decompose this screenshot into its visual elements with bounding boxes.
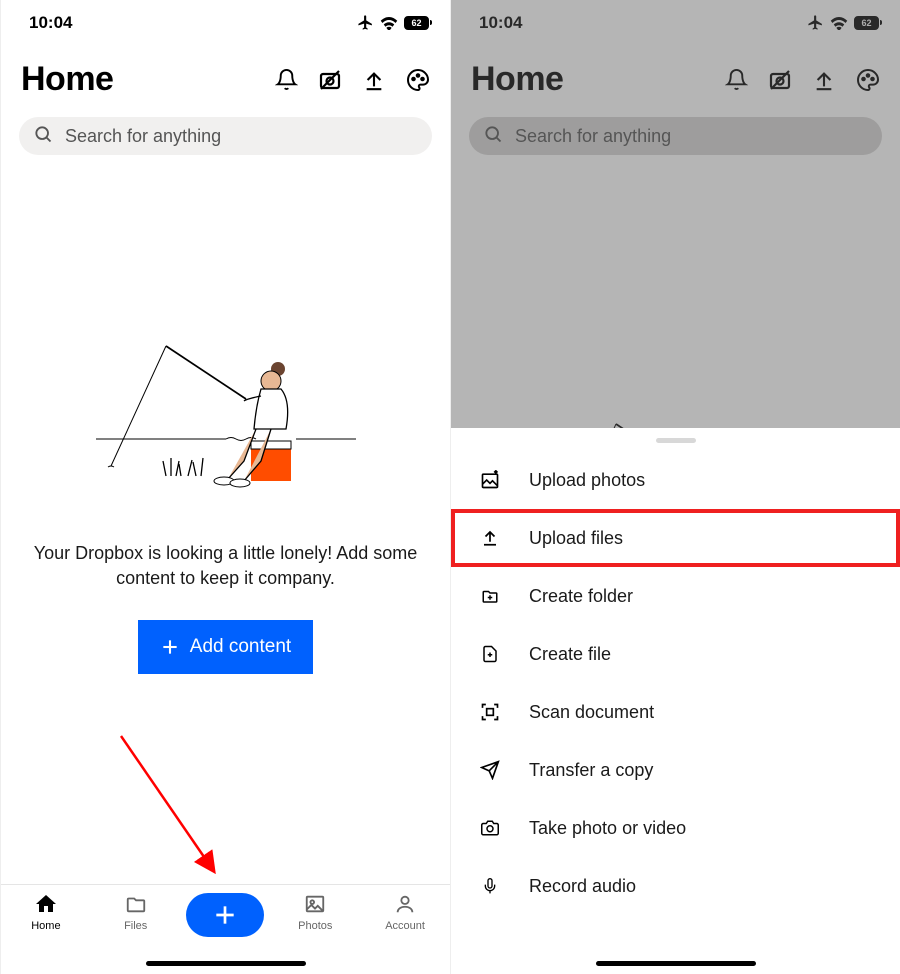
upload-files-icon — [479, 527, 501, 549]
search-bar[interactable]: Search for anything — [19, 117, 432, 155]
palette-icon[interactable] — [856, 68, 880, 92]
app-header: Home — [1, 36, 450, 111]
wifi-icon — [380, 16, 398, 30]
battery-level: 62 — [854, 16, 879, 30]
nav-photos[interactable]: Photos — [270, 891, 360, 932]
create-folder-icon — [479, 585, 501, 607]
search-bar[interactable]: Search for anything — [469, 117, 882, 155]
photo-upload-icon — [479, 469, 501, 491]
send-icon — [479, 759, 501, 781]
create-file-icon — [479, 643, 501, 665]
search-placeholder: Search for anything — [515, 126, 671, 147]
menu-label: Take photo or video — [529, 818, 686, 839]
menu-create-file[interactable]: Create file — [451, 625, 900, 683]
page-title: Home — [21, 60, 113, 99]
screen-add-menu: 10:04 62 Home — [450, 0, 900, 974]
menu-label: Transfer a copy — [529, 760, 653, 781]
folder-icon — [123, 891, 149, 917]
battery-indicator: 62 — [854, 16, 882, 30]
upload-icon[interactable] — [362, 68, 386, 92]
add-content-button[interactable]: Add content — [138, 620, 313, 674]
menu-transfer-copy[interactable]: Transfer a copy — [451, 741, 900, 799]
nav-photos-label: Photos — [298, 920, 332, 932]
notifications-icon[interactable] — [274, 68, 298, 92]
nav-files-label: Files — [124, 920, 147, 932]
photo-icon — [302, 891, 328, 917]
empty-state-illustration — [96, 311, 356, 501]
status-bar: 10:04 62 — [1, 0, 450, 36]
microphone-icon — [479, 875, 501, 897]
dimmed-background[interactable] — [451, 161, 900, 441]
menu-label: Scan document — [529, 702, 654, 723]
home-indicator[interactable] — [146, 961, 306, 966]
home-indicator[interactable] — [596, 961, 756, 966]
notifications-icon[interactable] — [724, 68, 748, 92]
menu-label: Record audio — [529, 876, 636, 897]
search-icon — [33, 124, 53, 149]
search-placeholder: Search for anything — [65, 126, 221, 147]
camera-icon — [479, 817, 501, 839]
main-content: Your Dropbox is looking a little lonely!… — [1, 161, 450, 884]
status-time: 10:04 — [29, 13, 72, 33]
plus-icon — [160, 637, 180, 657]
camera-off-icon[interactable] — [318, 68, 342, 92]
menu-label: Upload photos — [529, 470, 645, 491]
upload-icon[interactable] — [812, 68, 836, 92]
menu-take-photo[interactable]: Take photo or video — [451, 799, 900, 857]
nav-account-label: Account — [385, 920, 425, 932]
status-bar: 10:04 62 — [451, 0, 900, 36]
menu-label: Create file — [529, 644, 611, 665]
fab-button[interactable] — [186, 893, 264, 937]
search-icon — [483, 124, 503, 149]
status-icons: 62 — [807, 14, 882, 31]
status-icons: 62 — [357, 14, 432, 31]
palette-icon[interactable] — [406, 68, 430, 92]
airplane-mode-icon — [357, 14, 374, 31]
header-actions — [724, 68, 880, 92]
menu-create-folder[interactable]: Create folder — [451, 567, 900, 625]
add-content-label: Add content — [190, 636, 291, 658]
header-actions — [274, 68, 430, 92]
page-title: Home — [471, 60, 563, 99]
menu-label: Create folder — [529, 586, 633, 607]
airplane-mode-icon — [807, 14, 824, 31]
wifi-icon — [830, 16, 848, 30]
sheet-handle[interactable] — [656, 438, 696, 443]
camera-off-icon[interactable] — [768, 68, 792, 92]
plus-icon — [212, 902, 238, 928]
menu-upload-photos[interactable]: Upload photos — [451, 451, 900, 509]
menu-label: Upload files — [529, 528, 623, 549]
empty-state-message: Your Dropbox is looking a little lonely!… — [26, 541, 426, 590]
menu-upload-files[interactable]: Upload files — [451, 509, 900, 567]
nav-files[interactable]: Files — [91, 891, 181, 932]
action-sheet: Upload photos Upload files Create folder… — [451, 428, 900, 974]
nav-home-label: Home — [31, 920, 60, 932]
app-header: Home — [451, 36, 900, 111]
home-icon — [33, 891, 59, 917]
nav-add[interactable] — [181, 891, 271, 937]
menu-scan-document[interactable]: Scan document — [451, 683, 900, 741]
menu-record-audio[interactable]: Record audio — [451, 857, 900, 915]
screen-home: 10:04 62 Home — [0, 0, 450, 974]
account-icon — [392, 891, 418, 917]
status-time: 10:04 — [479, 13, 522, 33]
nav-home[interactable]: Home — [1, 891, 91, 932]
battery-level: 62 — [404, 16, 429, 30]
scan-icon — [479, 701, 501, 723]
nav-account[interactable]: Account — [360, 891, 450, 932]
battery-indicator: 62 — [404, 16, 432, 30]
